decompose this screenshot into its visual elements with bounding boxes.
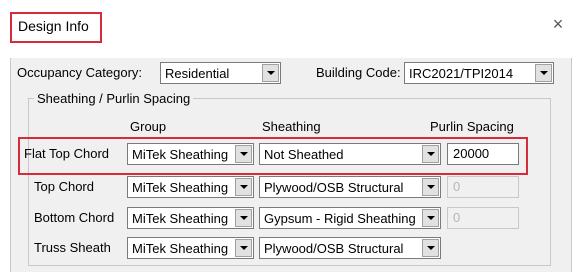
occupancy-select[interactable]: Residential — [160, 62, 281, 84]
group-select-bottom-chord[interactable]: MiTek Sheathing — [127, 207, 254, 229]
chevron-down-icon — [426, 216, 435, 220]
row-label-bottom-chord: Bottom Chord — [34, 210, 115, 225]
group-dropdown-button[interactable] — [235, 178, 252, 196]
group-value: MiTek Sheathing — [132, 240, 229, 256]
chevron-down-icon — [426, 246, 435, 250]
chevron-down-icon — [426, 185, 435, 189]
sheathing-select-truss-sheath[interactable]: Plywood/OSB Structural — [259, 237, 441, 259]
chevron-down-icon — [239, 246, 248, 250]
group-value: MiTek Sheathing — [132, 179, 229, 195]
close-icon[interactable]: × — [548, 14, 568, 34]
sheathing-dropdown-button[interactable] — [422, 209, 439, 227]
chevron-down-icon — [539, 71, 548, 75]
sheathing-dropdown-button[interactable] — [422, 178, 439, 196]
purlin-input-bottom-chord: 0 — [447, 207, 519, 229]
flat-top-chord-highlight-box — [18, 137, 528, 175]
sheathing-select-top-chord[interactable]: Plywood/OSB Structural — [259, 176, 441, 198]
sheathing-dropdown-button[interactable] — [422, 239, 439, 257]
sheathing-select-bottom-chord[interactable]: Gypsum - Rigid Sheathing — [259, 207, 441, 229]
row-label-top-chord: Top Chord — [34, 179, 94, 194]
occupancy-dropdown-button[interactable] — [262, 64, 279, 82]
occupancy-label: Occupancy Category: — [17, 65, 143, 80]
chevron-down-icon — [239, 216, 248, 220]
group-select-top-chord[interactable]: MiTek Sheathing — [127, 176, 254, 198]
column-header-group: Group — [130, 119, 167, 134]
group-dropdown-button[interactable] — [235, 239, 252, 257]
groupbox-title: Sheathing / Purlin Spacing — [34, 91, 194, 106]
dialog-title: Design Info — [18, 18, 89, 34]
sheathing-value: Plywood/OSB Structural — [264, 240, 404, 256]
building-code-select[interactable]: IRC2021/TPI2014 — [404, 62, 554, 84]
purlin-input-top-chord: 0 — [447, 176, 519, 198]
group-value: MiTek Sheathing — [132, 210, 229, 226]
occupancy-value: Residential — [165, 65, 230, 81]
chevron-down-icon — [239, 185, 248, 189]
column-header-purlin: Purlin Spacing — [430, 119, 514, 134]
sheathing-value: Plywood/OSB Structural — [264, 179, 404, 195]
chevron-down-icon — [266, 71, 275, 75]
group-select-truss-sheath[interactable]: MiTek Sheathing — [127, 237, 254, 259]
building-code-dropdown-button[interactable] — [535, 64, 552, 82]
group-dropdown-button[interactable] — [235, 209, 252, 227]
building-code-value: IRC2021/TPI2014 — [409, 65, 514, 81]
column-header-sheathing: Sheathing — [262, 119, 321, 134]
building-code-label: Building Code: — [316, 65, 401, 80]
row-label-truss-sheath: Truss Sheath — [34, 240, 111, 255]
sheathing-value: Gypsum - Rigid Sheathing — [264, 210, 416, 226]
